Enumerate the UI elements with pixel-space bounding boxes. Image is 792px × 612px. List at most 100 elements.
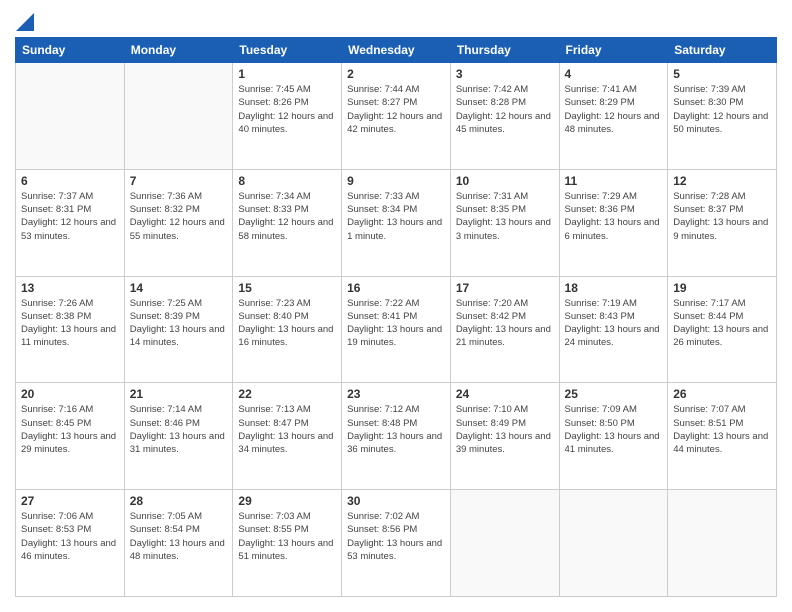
calendar-cell: 30 Sunrise: 7:02 AM Sunset: 8:56 PM Dayli… [342,490,451,597]
day-info: Sunrise: 7:22 AM Sunset: 8:41 PM Dayligh… [347,297,445,350]
day-number: 27 [21,494,119,508]
day-number: 28 [130,494,228,508]
logo-icon [16,13,34,31]
day-info: Sunrise: 7:19 AM Sunset: 8:43 PM Dayligh… [565,297,663,350]
day-number: 5 [673,67,771,81]
calendar-cell: 2Sunrise: 7:44 AM Sunset: 8:27 PM Daylig… [342,63,451,170]
day-info: Sunrise: 7:12 AM Sunset: 8:48 PM Dayligh… [347,403,445,456]
calendar-cell: 13 Sunrise: 7:26 AM Sunset: 8:38 PM Dayli… [16,276,125,383]
calendar-cell: 22 Sunrise: 7:13 AM Sunset: 8:47 PM Dayli… [233,383,342,490]
logo [15,15,34,27]
day-info: Sunrise: 7:13 AM Sunset: 8:47 PM Dayligh… [238,403,336,456]
calendar-day-header: Friday [559,38,668,63]
day-info: Sunrise: 7:29 AM Sunset: 8:36 PM Dayligh… [565,190,663,243]
calendar-cell: 5 Sunrise: 7:39 AM Sunset: 8:30 PM Daylig… [668,63,777,170]
calendar-cell: 15Sunrise: 7:23 AM Sunset: 8:40 PM Dayli… [233,276,342,383]
calendar-cell [16,63,125,170]
page: SundayMondayTuesdayWednesdayThursdayFrid… [0,0,792,612]
day-number: 8 [238,174,336,188]
calendar-cell: 11 Sunrise: 7:29 AM Sunset: 8:36 PM Dayli… [559,169,668,276]
calendar-cell: 7 Sunrise: 7:36 AM Sunset: 8:32 PM Daylig… [124,169,233,276]
calendar-cell: 16 Sunrise: 7:22 AM Sunset: 8:41 PM Dayli… [342,276,451,383]
calendar-cell: 14 Sunrise: 7:25 AM Sunset: 8:39 PM Dayli… [124,276,233,383]
calendar-cell [124,63,233,170]
day-info: Sunrise: 7:42 AM Sunset: 8:28 PM Dayligh… [456,83,554,136]
day-info: Sunrise: 7:31 AM Sunset: 8:35 PM Dayligh… [456,190,554,243]
calendar-week-row: 27 Sunrise: 7:06 AM Sunset: 8:53 PM Dayli… [16,490,777,597]
calendar-cell: 29 Sunrise: 7:03 AM Sunset: 8:55 PM Dayli… [233,490,342,597]
calendar-cell: 9Sunrise: 7:33 AM Sunset: 8:34 PM Daylig… [342,169,451,276]
day-number: 20 [21,387,119,401]
calendar-cell: 24Sunrise: 7:10 AM Sunset: 8:49 PM Dayli… [450,383,559,490]
day-info: Sunrise: 7:37 AM Sunset: 8:31 PM Dayligh… [21,190,119,243]
day-number: 13 [21,281,119,295]
day-number: 12 [673,174,771,188]
day-number: 24 [456,387,554,401]
calendar-cell: 1Sunrise: 7:45 AM Sunset: 8:26 PM Daylig… [233,63,342,170]
day-number: 1 [238,67,336,81]
calendar-cell: 3 Sunrise: 7:42 AM Sunset: 8:28 PM Daylig… [450,63,559,170]
day-info: Sunrise: 7:05 AM Sunset: 8:54 PM Dayligh… [130,510,228,563]
day-info: Sunrise: 7:03 AM Sunset: 8:55 PM Dayligh… [238,510,336,563]
day-number: 18 [565,281,663,295]
calendar-week-row: 1Sunrise: 7:45 AM Sunset: 8:26 PM Daylig… [16,63,777,170]
day-number: 14 [130,281,228,295]
day-info: Sunrise: 7:44 AM Sunset: 8:27 PM Dayligh… [347,83,445,136]
calendar-day-header: Sunday [16,38,125,63]
day-number: 16 [347,281,445,295]
calendar-cell: 27 Sunrise: 7:06 AM Sunset: 8:53 PM Dayli… [16,490,125,597]
day-info: Sunrise: 7:28 AM Sunset: 8:37 PM Dayligh… [673,190,771,243]
calendar-cell [559,490,668,597]
calendar-cell: 20 Sunrise: 7:16 AM Sunset: 8:45 PM Dayli… [16,383,125,490]
calendar-day-header: Thursday [450,38,559,63]
day-info: Sunrise: 7:02 AM Sunset: 8:56 PM Dayligh… [347,510,445,563]
day-info: Sunrise: 7:34 AM Sunset: 8:33 PM Dayligh… [238,190,336,243]
day-info: Sunrise: 7:20 AM Sunset: 8:42 PM Dayligh… [456,297,554,350]
day-info: Sunrise: 7:41 AM Sunset: 8:29 PM Dayligh… [565,83,663,136]
day-number: 25 [565,387,663,401]
day-info: Sunrise: 7:06 AM Sunset: 8:53 PM Dayligh… [21,510,119,563]
calendar-cell: 21Sunrise: 7:14 AM Sunset: 8:46 PM Dayli… [124,383,233,490]
calendar-week-row: 13 Sunrise: 7:26 AM Sunset: 8:38 PM Dayli… [16,276,777,383]
calendar-day-header: Tuesday [233,38,342,63]
day-number: 11 [565,174,663,188]
day-info: Sunrise: 7:25 AM Sunset: 8:39 PM Dayligh… [130,297,228,350]
calendar-cell: 26 Sunrise: 7:07 AM Sunset: 8:51 PM Dayli… [668,383,777,490]
calendar-day-header: Monday [124,38,233,63]
day-info: Sunrise: 7:36 AM Sunset: 8:32 PM Dayligh… [130,190,228,243]
day-info: Sunrise: 7:39 AM Sunset: 8:30 PM Dayligh… [673,83,771,136]
day-number: 9 [347,174,445,188]
calendar-cell: 10 Sunrise: 7:31 AM Sunset: 8:35 PM Dayli… [450,169,559,276]
calendar-header-row: SundayMondayTuesdayWednesdayThursdayFrid… [16,38,777,63]
calendar-cell: 25Sunrise: 7:09 AM Sunset: 8:50 PM Dayli… [559,383,668,490]
calendar-cell [668,490,777,597]
day-number: 21 [130,387,228,401]
calendar-cell: 8 Sunrise: 7:34 AM Sunset: 8:33 PM Daylig… [233,169,342,276]
calendar-cell: 28 Sunrise: 7:05 AM Sunset: 8:54 PM Dayli… [124,490,233,597]
day-number: 7 [130,174,228,188]
day-number: 10 [456,174,554,188]
day-number: 3 [456,67,554,81]
calendar-day-header: Saturday [668,38,777,63]
day-info: Sunrise: 7:07 AM Sunset: 8:51 PM Dayligh… [673,403,771,456]
day-info: Sunrise: 7:17 AM Sunset: 8:44 PM Dayligh… [673,297,771,350]
calendar-cell: 17Sunrise: 7:20 AM Sunset: 8:42 PM Dayli… [450,276,559,383]
calendar-cell: 18 Sunrise: 7:19 AM Sunset: 8:43 PM Dayli… [559,276,668,383]
calendar-week-row: 20 Sunrise: 7:16 AM Sunset: 8:45 PM Dayli… [16,383,777,490]
day-number: 23 [347,387,445,401]
day-number: 30 [347,494,445,508]
day-info: Sunrise: 7:26 AM Sunset: 8:38 PM Dayligh… [21,297,119,350]
day-info: Sunrise: 7:16 AM Sunset: 8:45 PM Dayligh… [21,403,119,456]
calendar-cell: 4Sunrise: 7:41 AM Sunset: 8:29 PM Daylig… [559,63,668,170]
calendar-cell: 19 Sunrise: 7:17 AM Sunset: 8:44 PM Dayli… [668,276,777,383]
calendar-cell: 12 Sunrise: 7:28 AM Sunset: 8:37 PM Dayli… [668,169,777,276]
day-number: 19 [673,281,771,295]
day-number: 29 [238,494,336,508]
day-number: 22 [238,387,336,401]
calendar-cell: 23 Sunrise: 7:12 AM Sunset: 8:48 PM Dayli… [342,383,451,490]
calendar-week-row: 6 Sunrise: 7:37 AM Sunset: 8:31 PM Daylig… [16,169,777,276]
day-number: 26 [673,387,771,401]
day-number: 6 [21,174,119,188]
calendar-cell: 6 Sunrise: 7:37 AM Sunset: 8:31 PM Daylig… [16,169,125,276]
header [15,15,777,27]
